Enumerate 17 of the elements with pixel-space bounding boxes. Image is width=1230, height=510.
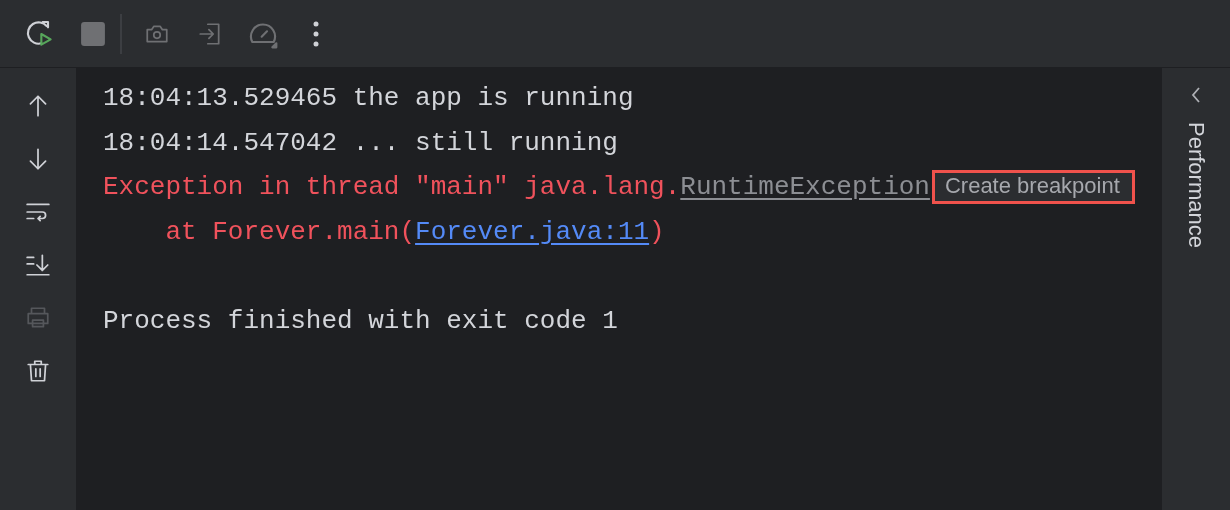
console-line: Process finished with exit code 1 [103, 305, 618, 336]
source-link[interactable]: Forever.java:11 [415, 216, 650, 247]
performance-tab[interactable]: Performance [1183, 122, 1209, 248]
error-text: ) [649, 216, 665, 247]
printer-icon [25, 305, 51, 331]
console-line: 18:04:13.529465 the app is running [103, 83, 634, 114]
trash-icon [25, 358, 51, 384]
scroll-to-end-icon [25, 252, 51, 278]
stop-icon [80, 20, 106, 47]
chevron-left-icon[interactable] [1190, 86, 1202, 104]
error-text: at Forever.main( [164, 216, 416, 247]
import-icon [197, 20, 223, 47]
console-line: 18:04:14.547042 ... still running [103, 127, 618, 158]
exception-class-link[interactable]: RuntimeException [680, 172, 930, 203]
error-text: Exception in thread "main" java.lang. [103, 172, 681, 203]
more-icon [312, 20, 320, 47]
create-breakpoint-hint[interactable]: Create breakpoint [931, 170, 1135, 205]
